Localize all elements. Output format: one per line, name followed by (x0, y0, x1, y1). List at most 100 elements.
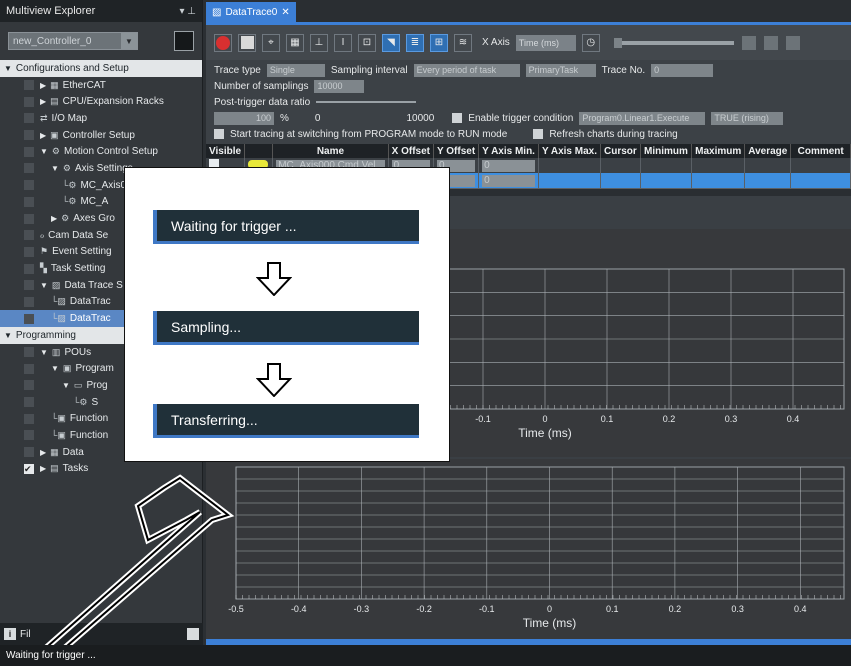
tree-item-checkbox[interactable] (24, 313, 34, 324)
column-header[interactable]: Y Axis Max. (538, 144, 602, 158)
x-axis-select[interactable]: Time (ms) (515, 34, 576, 51)
cursor-button[interactable]: I (334, 33, 352, 52)
expand-right-icon[interactable]: ▶ (40, 464, 46, 473)
tree-item-checkbox[interactable] (24, 113, 34, 124)
measure-button[interactable]: ⊥ (310, 33, 328, 52)
expand-right-icon[interactable]: ▶ (40, 448, 46, 457)
column-header[interactable]: Cursor (600, 144, 641, 158)
filter-label[interactable]: Fil (20, 629, 31, 640)
tree-item[interactable]: ⇄ I/O Map (0, 110, 202, 127)
tree-item-checkbox[interactable] (24, 380, 34, 391)
column-header[interactable]: X Offset (388, 144, 435, 158)
expand-right-icon[interactable]: ▶ (40, 81, 46, 90)
table-cell[interactable] (790, 173, 851, 188)
split-view-button[interactable]: ⊞ (430, 33, 448, 52)
y-axis-min-field[interactable]: 0 (482, 174, 535, 187)
expand-down-icon[interactable]: ▼ (62, 381, 70, 390)
tree-item[interactable]: ▶ ▣ Controller Setup (0, 127, 202, 144)
table-cell[interactable]: 0 (478, 173, 539, 188)
start-tracing-checkbox[interactable] (214, 129, 224, 139)
trigger-condition-select[interactable]: TRUE (rising) (711, 111, 784, 125)
table-cell[interactable] (640, 173, 693, 188)
controller-status-button[interactable] (174, 31, 194, 51)
tree-item-checkbox[interactable] (24, 430, 34, 441)
tree-item-checkbox[interactable] (24, 213, 34, 224)
column-header[interactable]: Comment (790, 144, 851, 158)
tree-item[interactable]: ▶ ▤ CPU/Expansion Racks (0, 93, 202, 110)
zoom-button[interactable]: ⊡ (358, 33, 376, 52)
tree-item-checkbox[interactable] (24, 180, 34, 191)
table-cell[interactable] (640, 158, 693, 173)
export-button[interactable]: ≋ (454, 33, 472, 52)
clock-button[interactable]: ◷ (581, 33, 600, 52)
table-cell[interactable] (691, 158, 746, 173)
column-header[interactable]: Y Offset (433, 144, 480, 158)
tree-item-checkbox[interactable] (24, 196, 34, 207)
column-header[interactable]: Minimum (640, 144, 693, 158)
y-axis-min-field[interactable]: 0 (482, 159, 535, 172)
nav-first-button[interactable] (741, 35, 756, 50)
column-header[interactable]: Visible (206, 144, 246, 158)
close-icon[interactable]: ✕ (281, 7, 289, 18)
table-cell[interactable] (600, 158, 641, 173)
column-header[interactable]: Average (744, 144, 792, 158)
nav-pause-button[interactable] (785, 35, 800, 50)
tree-item-checkbox[interactable] (24, 246, 34, 257)
trigger-variable-input[interactable]: Program0.Linear1.Execute (579, 111, 706, 125)
column-header[interactable]: Maximum (691, 144, 746, 158)
tree-item-checkbox[interactable] (24, 397, 34, 408)
tree-item-checkbox[interactable] (24, 413, 34, 424)
column-header[interactable] (244, 144, 274, 158)
trace-type-select[interactable]: Single (266, 63, 325, 77)
refresh-charts-checkbox[interactable] (533, 129, 544, 139)
tree-item-checkbox[interactable] (24, 163, 34, 174)
table-cell[interactable] (744, 158, 792, 173)
tree-item[interactable]: ▼ ⚙ Motion Control Setup (0, 143, 202, 160)
grid-button[interactable]: ▦ (286, 33, 304, 52)
expand-down-icon[interactable]: ▼ (40, 147, 48, 156)
chart-2[interactable]: -0.5 -0.4 -0.3 -0.2 -0.1 0 0.1 0.2 0.3 0.4 Time (m… (206, 459, 851, 639)
expand-right-icon[interactable]: ▶ (40, 131, 46, 140)
enable-trigger-checkbox[interactable] (452, 113, 463, 123)
table-cell[interactable] (790, 158, 851, 173)
table-cell[interactable] (600, 173, 641, 188)
tree-item-checkbox[interactable] (24, 347, 34, 358)
expand-icon[interactable] (187, 628, 199, 640)
table-cell[interactable]: 0 (478, 158, 539, 173)
record-button[interactable] (214, 33, 232, 52)
table-cell[interactable] (744, 173, 792, 188)
nav-play-button[interactable] (763, 35, 778, 50)
pin-icon[interactable]: ▾ ⊥ (179, 6, 196, 17)
table-cell[interactable] (538, 173, 602, 188)
tree-item-checkbox[interactable] (24, 146, 34, 157)
time-slider[interactable] (613, 37, 734, 48)
tree-item[interactable]: ▼ Configurations and Setup (0, 60, 202, 77)
expand-down-icon[interactable]: ▼ (4, 64, 12, 73)
tree-item-checkbox[interactable]: ✔ (24, 463, 34, 474)
expand-down-icon[interactable]: ▼ (51, 164, 59, 173)
tree-item-checkbox[interactable] (24, 263, 34, 274)
tree-item-checkbox[interactable] (24, 80, 34, 91)
expand-down-icon[interactable]: ▼ (51, 364, 59, 373)
tree-item-checkbox[interactable] (24, 130, 34, 141)
tree-item-checkbox[interactable] (24, 363, 34, 374)
post-trigger-slider[interactable] (316, 101, 417, 103)
tree-item-checkbox[interactable] (24, 230, 34, 241)
info-icon[interactable]: i (4, 628, 16, 640)
expand-down-icon[interactable]: ▼ (40, 281, 48, 290)
expand-down-icon[interactable]: ▼ (40, 348, 48, 357)
tree-item-checkbox[interactable] (24, 296, 34, 307)
tree-item[interactable]: ✔ ▶ ▤ Tasks (0, 461, 202, 478)
table-cell[interactable] (691, 173, 746, 188)
tree-item-checkbox[interactable] (24, 280, 34, 291)
task-select[interactable]: PrimaryTask (525, 63, 596, 77)
tree-item[interactable]: ▶ ▦ EtherCAT (0, 77, 202, 94)
trace-no-select[interactable]: 0 (651, 63, 714, 77)
chart-view-button[interactable]: ◥ (382, 33, 400, 52)
num-samplings-input[interactable]: 10000 (314, 79, 365, 93)
column-header[interactable]: Name (272, 144, 389, 158)
table-view-button[interactable]: ≣ (406, 33, 424, 52)
column-header[interactable]: Y Axis Min. (478, 144, 539, 158)
trigger-marker-button[interactable]: ⌖ (262, 33, 280, 52)
post-trigger-input[interactable]: 100 (214, 111, 274, 125)
